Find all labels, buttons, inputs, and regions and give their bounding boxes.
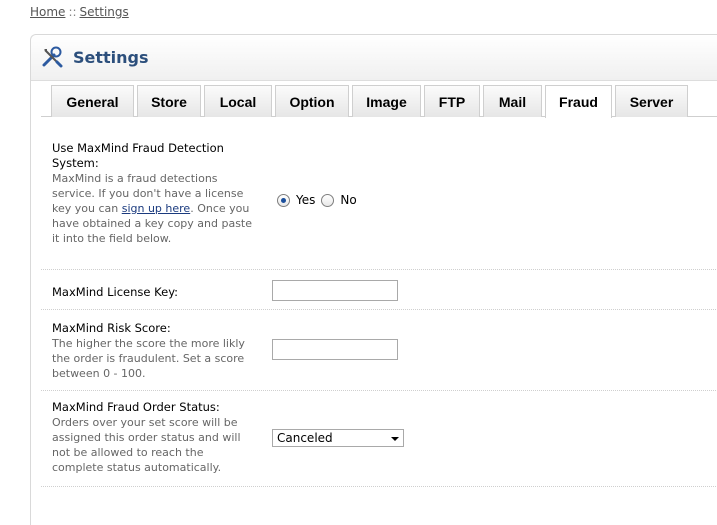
tools-icon: [42, 46, 63, 68]
tab-store[interactable]: Store: [137, 85, 201, 117]
risk-score-input[interactable]: [272, 339, 398, 360]
form-row-order-status: MaxMind Fraud Order Status: Orders over …: [41, 391, 717, 487]
tab-option[interactable]: Option: [275, 85, 349, 117]
breadcrumb-settings-link[interactable]: Settings: [80, 5, 129, 19]
order-status-select[interactable]: Canceled: [272, 429, 404, 447]
radio-yes[interactable]: [277, 193, 290, 207]
maxmind-system-label: Use MaxMind Fraud Detection System:: [52, 141, 224, 170]
order-status-help: Orders over your set score will be assig…: [52, 416, 241, 474]
breadcrumb: Home:: Settings: [30, 5, 129, 19]
maxmind-system-label-block: Use MaxMind Fraud Detection System: MaxM…: [52, 141, 252, 246]
settings-panel: Settings General Store Local Option Imag…: [30, 34, 717, 525]
tab-local[interactable]: Local: [204, 85, 272, 117]
radio-no[interactable]: [321, 193, 335, 207]
tab-ftp[interactable]: FTP: [424, 85, 480, 117]
sign-up-link[interactable]: sign up here: [122, 202, 190, 215]
radio-yes-label[interactable]: Yes: [296, 193, 315, 207]
radio-no-label[interactable]: No: [340, 193, 356, 207]
license-key-input[interactable]: [272, 280, 398, 301]
form-row-risk-score: MaxMind Risk Score: The higher the score…: [41, 310, 717, 391]
tab-general[interactable]: General: [51, 85, 134, 117]
panel-heading: Settings: [31, 35, 717, 81]
tab-image[interactable]: Image: [352, 85, 421, 117]
maxmind-enable-radio-group: Yes No: [277, 193, 363, 207]
breadcrumb-separator: ::: [68, 5, 77, 19]
order-status-label: MaxMind Fraud Order Status:: [52, 400, 220, 414]
form-row-license-key: MaxMind License Key:: [41, 270, 717, 310]
license-key-label: MaxMind License Key:: [52, 285, 179, 299]
page-title: Settings: [73, 48, 149, 67]
order-status-selected: Canceled: [277, 431, 333, 445]
maxmind-system-help: MaxMind is a fraud detections service. I…: [52, 172, 252, 245]
tab-mail[interactable]: Mail: [483, 85, 542, 117]
tab-server[interactable]: Server: [615, 85, 688, 117]
tab-fraud[interactable]: Fraud: [545, 85, 612, 118]
order-status-label-block: MaxMind Fraud Order Status: Orders over …: [52, 400, 252, 475]
breadcrumb-home-link[interactable]: Home: [30, 5, 65, 19]
risk-score-help: The higher the score the more likly the …: [52, 337, 245, 380]
risk-score-label-block: MaxMind Risk Score: The higher the score…: [52, 321, 252, 381]
risk-score-label: MaxMind Risk Score:: [52, 321, 171, 335]
form-row-maxmind-system: Use MaxMind Fraud Detection System: MaxM…: [41, 133, 717, 270]
chevron-down-icon: [391, 437, 399, 441]
